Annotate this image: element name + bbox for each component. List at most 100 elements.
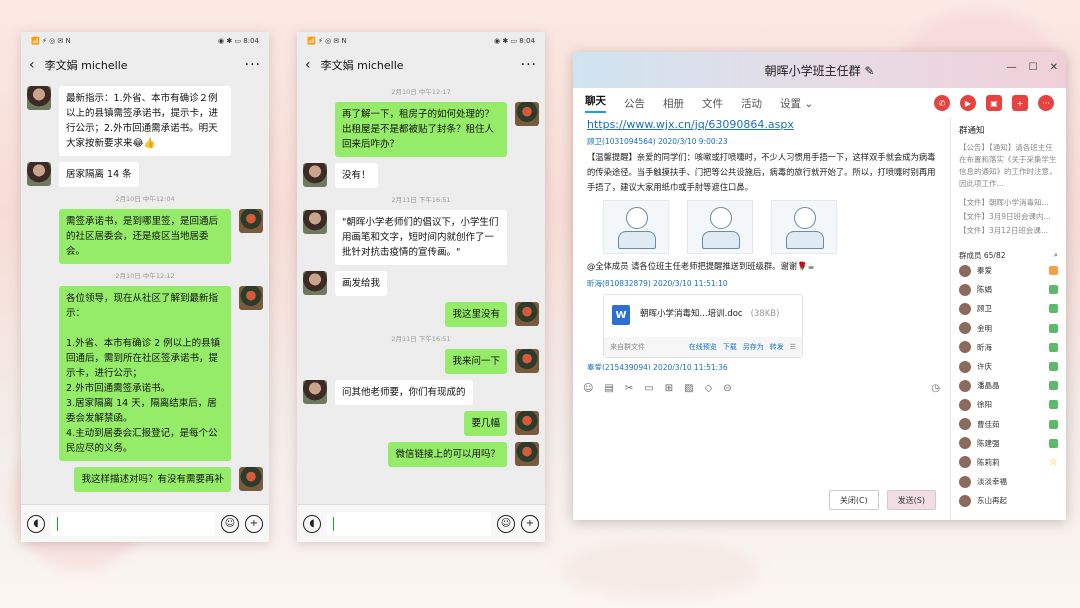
- member-item[interactable]: 东山再起: [959, 491, 1058, 510]
- avatar[interactable]: [303, 210, 327, 234]
- history-icon[interactable]: ◷: [931, 383, 940, 394]
- more-icon[interactable]: ···: [1038, 95, 1054, 111]
- shake-icon[interactable]: ◇: [705, 383, 713, 394]
- message-bubble[interactable]: 最新指示：1.外省、本市有确诊２例以上的县镇需签承诺书，提示卡，进行公示；2.外…: [59, 86, 231, 156]
- avatar[interactable]: [515, 349, 539, 373]
- member-item[interactable]: 陈建强: [959, 434, 1058, 453]
- message-bubble[interactable]: 需签承诺书，是到哪里签，是回通后的社区居委会，还是疫区当地居委会。: [59, 209, 231, 264]
- contact-name: 李文娟 michelle: [44, 59, 128, 72]
- message-bubble[interactable]: 各位领导，现在从社区了解到最新指示： 1.外省、本市有确诊 2 例以上的县镇回通…: [59, 286, 231, 461]
- avatar[interactable]: [303, 163, 327, 187]
- message-bubble[interactable]: "朝晖小学老师们的倡议下，小学生们用画笔和文字，短时间内就创作了一批针对抗击疫情…: [335, 210, 507, 265]
- tab-settings[interactable]: 设置 ⌄: [780, 96, 813, 111]
- close-button[interactable]: 关闭(C): [828, 490, 879, 510]
- maximize-icon[interactable]: ☐: [1029, 62, 1038, 73]
- group-file-item[interactable]: 【文件】3月12日班会课...: [959, 224, 1058, 238]
- tab-chat[interactable]: 聊天: [585, 93, 606, 113]
- message-bubble[interactable]: 居家隔离 14 条: [59, 162, 139, 187]
- member-item[interactable]: 曹佳茹: [959, 415, 1058, 434]
- member-item[interactable]: 淡淡幸福: [959, 472, 1058, 491]
- more-icon[interactable]: ⊝: [723, 383, 731, 394]
- avatar[interactable]: [239, 209, 263, 233]
- tab-activity[interactable]: 活动: [741, 96, 762, 111]
- voice-icon[interactable]: ◖: [303, 514, 321, 533]
- download-link[interactable]: 下载: [723, 342, 737, 352]
- message-sender[interactable]: 顾卫(1031094564) 2020/3/10 9:00:23: [587, 136, 940, 147]
- avatar[interactable]: [515, 302, 539, 326]
- message-bubble[interactable]: 画发给我: [335, 271, 388, 296]
- message-bubble[interactable]: 微信链接上的可以用吗？: [388, 442, 507, 467]
- member-item[interactable]: 潘晶晶: [959, 376, 1058, 395]
- member-item[interactable]: 昕海: [959, 338, 1058, 357]
- avatar[interactable]: [303, 380, 327, 404]
- member-item[interactable]: 金明: [959, 319, 1058, 338]
- avatar[interactable]: [303, 271, 327, 295]
- save-as-link[interactable]: 另存为: [743, 342, 764, 352]
- screenshot-icon[interactable]: ✂: [625, 383, 633, 394]
- members-header: 群成员 65/82 ⌕: [959, 250, 1058, 261]
- group-file-item[interactable]: 【文件】3月9日班会课内...: [959, 210, 1058, 224]
- image-icon[interactable]: ▨: [684, 383, 693, 394]
- message-input[interactable]: [327, 511, 491, 536]
- send-button[interactable]: 发送(S): [886, 490, 936, 510]
- tab-notice[interactable]: 公告: [624, 96, 645, 111]
- avatar[interactable]: [27, 86, 51, 110]
- invite-icon[interactable]: +: [1012, 95, 1028, 111]
- message-bubble[interactable]: 我这样描述对吗？有没有需要再补: [74, 467, 231, 492]
- back-arrow-icon[interactable]: ‹: [305, 57, 311, 73]
- message-sender[interactable]: 秦爱(215439094) 2020/3/10 11:51:36: [587, 362, 940, 370]
- avatar[interactable]: [515, 442, 539, 466]
- file-card[interactable]: W 朝晖小学消毒知...培训.doc (38KB) 来自群文件 在线预览 下载 另…: [603, 294, 803, 358]
- member-item[interactable]: 陈莉莉 ☆: [959, 453, 1058, 472]
- emoji-icon[interactable]: ☺: [497, 514, 515, 533]
- member-item[interactable]: 秦爱: [959, 261, 1058, 280]
- video-call-icon[interactable]: ▶: [960, 95, 976, 111]
- group-notice[interactable]: 【公告】【通知】请各班主任在布置和落实《关于采集学生信息的通知》的工作时注意，因…: [959, 142, 1058, 190]
- close-icon[interactable]: ✕: [1050, 62, 1058, 73]
- share-screen-icon[interactable]: ▣: [986, 95, 1002, 111]
- more-icon[interactable]: ···: [245, 57, 261, 73]
- member-item[interactable]: 许庆: [959, 357, 1058, 376]
- preview-link[interactable]: 在线预览: [689, 342, 717, 352]
- avatar[interactable]: [239, 286, 263, 310]
- message-bubble[interactable]: 再了解一下，租房子的如何处理的？出租屋是不是都被贴了封条？租住人回来后咋办？: [335, 102, 507, 157]
- emoji-icon[interactable]: ☺: [221, 514, 239, 533]
- window-body: https://www.wjx.cn/jq/63090864.aspx 顾卫(1…: [573, 118, 1066, 520]
- member-item[interactable]: 顾卫: [959, 299, 1058, 318]
- folder-icon[interactable]: ▭: [644, 383, 653, 394]
- add-icon[interactable]: +: [245, 514, 263, 533]
- message-editor[interactable]: [573, 400, 950, 480]
- avatar[interactable]: [27, 162, 51, 186]
- avatar[interactable]: [515, 411, 539, 435]
- search-icon[interactable]: ⌕: [1054, 250, 1058, 261]
- minimize-icon[interactable]: —: [1007, 62, 1017, 73]
- voice-icon[interactable]: ◖: [27, 514, 45, 533]
- member-item[interactable]: 陈娟: [959, 280, 1058, 299]
- add-icon[interactable]: +: [521, 514, 539, 533]
- emoji-icon[interactable]: ☺: [583, 383, 593, 394]
- avatar[interactable]: [515, 102, 539, 126]
- message-bubble[interactable]: 我来问一下: [445, 349, 507, 374]
- forward-link[interactable]: 转发: [770, 342, 784, 352]
- back-arrow-icon[interactable]: ‹: [29, 57, 35, 73]
- hygiene-illustration[interactable]: [687, 200, 753, 254]
- hygiene-illustration[interactable]: [603, 200, 669, 254]
- avatar[interactable]: [239, 467, 263, 491]
- tab-files[interactable]: 文件: [702, 96, 723, 111]
- tab-album[interactable]: 相册: [663, 96, 684, 111]
- message-bubble[interactable]: 要几幅: [464, 411, 507, 436]
- member-item[interactable]: 徐阳: [959, 395, 1058, 414]
- grid-icon[interactable]: ⊞: [665, 383, 673, 394]
- more-icon[interactable]: ···: [521, 57, 537, 73]
- hygiene-illustration[interactable]: [771, 200, 837, 254]
- survey-link[interactable]: https://www.wjx.cn/jq/63090864.aspx: [587, 118, 940, 132]
- group-file-item[interactable]: 【文件】朝晖小学消毒知...: [959, 196, 1058, 210]
- message-sender[interactable]: 昕海(810832879) 2020/3/10 11:51:10: [587, 278, 940, 289]
- menu-icon[interactable]: ☰: [790, 343, 796, 351]
- phone-call-icon[interactable]: ✆: [934, 95, 950, 111]
- message-bubble[interactable]: 没有！: [335, 163, 378, 188]
- message-input[interactable]: [51, 511, 215, 536]
- message-bubble[interactable]: 问其他老师要，你们有现成的: [335, 380, 473, 405]
- message-bubble[interactable]: 我这里没有: [445, 302, 507, 327]
- gif-icon[interactable]: ▤: [604, 383, 613, 394]
